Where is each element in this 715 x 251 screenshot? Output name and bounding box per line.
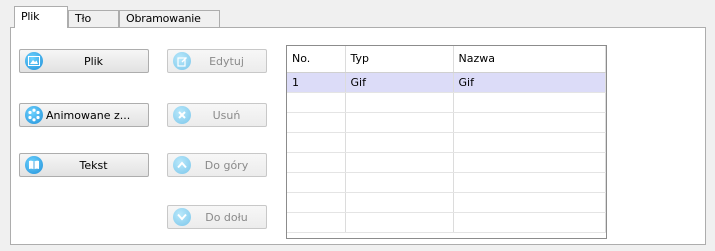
table-row[interactable]: 1 Gif Gif	[287, 72, 606, 93]
remove-icon	[173, 106, 191, 124]
arrow-up-icon	[173, 156, 191, 174]
empty-row	[287, 212, 606, 233]
empty-row	[287, 152, 606, 173]
spinner-icon	[25, 106, 43, 124]
tab-tlo[interactable]: Tło	[68, 10, 119, 27]
arrow-down-icon	[173, 208, 191, 226]
delete-label: Usuń	[212, 108, 241, 122]
add-file-label: Plik	[83, 54, 104, 68]
empty-row	[287, 192, 606, 213]
add-animated-label: Animowane z...	[46, 108, 131, 122]
layers-grid[interactable]: No. Typ Nazwa 1 Gif Gif	[286, 45, 607, 239]
book-icon	[25, 156, 43, 174]
cell-typ: Gif	[345, 72, 454, 93]
cell-no: 1	[287, 72, 346, 93]
picture-icon	[25, 52, 43, 70]
add-text-label: Tekst	[79, 158, 108, 172]
empty-row	[287, 112, 606, 133]
add-file-button[interactable]: Plik	[19, 49, 149, 73]
column-header-typ[interactable]: Typ	[345, 46, 454, 73]
grid-header-row: No. Typ Nazwa	[287, 46, 606, 73]
empty-row	[287, 92, 606, 113]
column-header-nazwa[interactable]: Nazwa	[453, 46, 606, 73]
edit-button[interactable]: Edytuj	[167, 49, 267, 73]
tab-panel: Plik Animowane z... Tekst Edytuj Usuń Do…	[10, 27, 706, 245]
delete-button[interactable]: Usuń	[167, 103, 267, 127]
empty-row	[287, 172, 606, 193]
move-down-label: Do dołu	[205, 210, 248, 224]
cell-nazwa: Gif	[453, 72, 606, 93]
edit-label: Edytuj	[209, 54, 244, 68]
move-up-button[interactable]: Do góry	[167, 153, 267, 177]
move-up-label: Do góry	[204, 158, 249, 172]
empty-row	[287, 132, 606, 153]
add-text-button[interactable]: Tekst	[19, 153, 149, 177]
tab-plik[interactable]: Plik	[14, 6, 68, 28]
add-animated-button[interactable]: Animowane z...	[19, 103, 149, 127]
tab-obramowanie[interactable]: Obramowanie	[119, 10, 220, 27]
column-header-no[interactable]: No.	[287, 46, 346, 73]
edit-icon	[173, 52, 191, 70]
move-down-button[interactable]: Do dołu	[167, 205, 267, 229]
